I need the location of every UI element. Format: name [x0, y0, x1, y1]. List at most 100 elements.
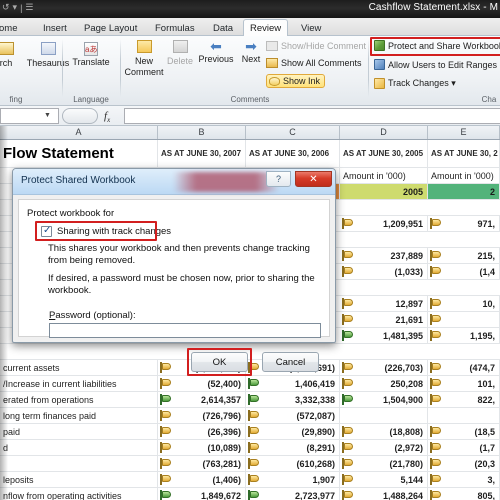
column-header-d[interactable]: D	[340, 126, 428, 139]
ok-button[interactable]: OK	[191, 352, 248, 372]
dialog-help-button[interactable]: ?	[266, 171, 291, 187]
cell-a[interactable]: current assets	[0, 360, 158, 375]
password-input[interactable]	[49, 323, 321, 338]
show-hide-comment-button[interactable]: Show/Hide Comment	[266, 41, 366, 51]
column-header-b[interactable]: B	[158, 126, 246, 139]
cancel-button[interactable]: Cancel	[262, 352, 319, 372]
cell-b[interactable]: (52,400)	[158, 376, 246, 391]
cell-d[interactable]: 1,481,395	[340, 328, 428, 343]
column-header-a[interactable]: A	[0, 126, 158, 139]
cell-e[interactable]: 1,195,	[428, 328, 500, 343]
customize-icon[interactable]: ☰	[25, 2, 33, 13]
cell-e[interactable]: 215,	[428, 248, 500, 263]
cell-d[interactable]: Amount in '000)	[340, 168, 428, 183]
cell-d[interactable]: 250,208	[340, 376, 428, 391]
cell-b[interactable]: (1,406)	[158, 472, 246, 487]
cell-e[interactable]: 971,	[428, 216, 500, 231]
cell-c[interactable]: 3,332,338	[246, 392, 340, 407]
table-row[interactable]	[0, 344, 500, 360]
tab-page-layout[interactable]: Page Layout	[77, 19, 144, 36]
cell-c[interactable]: 1,406,419	[246, 376, 340, 391]
protect-share-workbook-button[interactable]: Protect and Share Workbook	[374, 40, 500, 51]
cell-c[interactable]: 1,907	[246, 472, 340, 487]
dialog-close-button[interactable]: ✕	[295, 171, 332, 187]
track-changes-button[interactable]: Track Changes ▾	[374, 78, 456, 89]
cell-e[interactable]: (1,7	[428, 440, 500, 455]
cell-e[interactable]: (18,5	[428, 424, 500, 439]
cell-b[interactable]: (10,089)	[158, 440, 246, 455]
cell-b[interactable]: AS AT JUNE 30, 2007	[158, 140, 246, 167]
cell-c[interactable]: (610,268)	[246, 456, 340, 471]
sharing-with-track-changes-checkbox[interactable]	[41, 225, 52, 237]
cell-b[interactable]: (726,796)	[158, 408, 246, 423]
cell-c[interactable]: AS AT JUNE 30, 2006	[246, 140, 340, 167]
table-row[interactable]: leposits (1,406) 1,907 5,144 3,	[0, 472, 500, 488]
tab-review[interactable]: Review	[243, 19, 289, 37]
cell-b[interactable]: (763,281)	[158, 456, 246, 471]
quick-access-toolbar[interactable]: ↺ ▾ | ☰	[2, 2, 34, 13]
cell-e[interactable]: 101,	[428, 376, 500, 391]
tab-data[interactable]: Data	[206, 19, 240, 36]
cell-d[interactable]: AS AT JUNE 30, 2005	[340, 140, 428, 167]
table-row[interactable]: (763,281) (610,268) (21,780) (20,3	[0, 456, 500, 472]
cell-a[interactable]	[0, 456, 158, 471]
tab-insert[interactable]: Insert	[36, 19, 74, 36]
cell-e[interactable]: 2	[428, 184, 500, 199]
column-header-c[interactable]: C	[246, 126, 340, 139]
cell-e[interactable]: 3,	[428, 472, 500, 487]
table-row[interactable]: erated from operations 2,614,357 3,332,338…	[0, 392, 500, 408]
cell-d[interactable]: 1,209,951	[340, 216, 428, 231]
tab-view[interactable]: View	[294, 19, 328, 36]
allow-users-edit-ranges-button[interactable]: Allow Users to Edit Ranges	[374, 59, 497, 70]
cell-a[interactable]: d	[0, 440, 158, 455]
cell-d[interactable]: 1,504,900	[340, 392, 428, 407]
cell-d[interactable]: (1,033)	[340, 264, 428, 279]
cell-b[interactable]: 1,849,672	[158, 488, 246, 500]
cell-a[interactable]: nflow from operating activities	[0, 488, 158, 500]
table-row[interactable]: d (10,089) (8,291) (2,972) (1,7	[0, 440, 500, 456]
cell-d[interactable]: (226,703)	[340, 360, 428, 375]
cell-d[interactable]: 1,488,264	[340, 488, 428, 500]
cell-a[interactable]: Flow Statement	[0, 140, 158, 167]
undo-icon[interactable]: ↺	[2, 2, 10, 13]
next-comment-button[interactable]: ➡ Next	[232, 39, 270, 64]
cell-c[interactable]: 2,723,977	[246, 488, 340, 500]
cell-d[interactable]: 12,897	[340, 296, 428, 311]
cell-d[interactable]: 2005	[340, 184, 428, 199]
cell-d[interactable]: (2,972)	[340, 440, 428, 455]
cell-b[interactable]: (26,396)	[158, 424, 246, 439]
formula-input[interactable]	[124, 108, 500, 124]
cell-a[interactable]: paid	[0, 424, 158, 439]
table-row[interactable]: paid (26,396) (29,890) (18,808) (18,5	[0, 424, 500, 440]
table-row[interactable]: Flow Statement AS AT JUNE 30, 2007 AS AT J…	[0, 140, 500, 168]
research-button[interactable]: rch	[0, 42, 24, 68]
cell-d[interactable]	[340, 408, 428, 423]
insert-function-icon[interactable]: fx	[104, 110, 110, 124]
tab-formulas[interactable]: Formulas	[148, 19, 202, 36]
formula-bar-controls[interactable]	[62, 108, 98, 124]
name-box-dropdown-icon[interactable]: ▼	[44, 112, 51, 119]
cell-c[interactable]: (572,087)	[246, 408, 340, 423]
cell-d[interactable]: 5,144	[340, 472, 428, 487]
redo-icon[interactable]: ▾	[13, 2, 18, 13]
cell-d[interactable]: (18,808)	[340, 424, 428, 439]
dialog-title-bar[interactable]: Protect Shared Workbook ? ✕	[13, 169, 335, 195]
cell-a[interactable]: leposits	[0, 472, 158, 487]
cell-a[interactable]: /Increase in current liabilities	[0, 376, 158, 391]
cell-b[interactable]: 2,614,357	[158, 392, 246, 407]
cell-d[interactable]: 21,691	[340, 312, 428, 327]
cell-e[interactable]: (474,7	[428, 360, 500, 375]
cell-e[interactable]	[428, 312, 500, 327]
cell-e[interactable]	[428, 408, 500, 423]
cell-e[interactable]: (20,3	[428, 456, 500, 471]
cell-e[interactable]: 805,	[428, 488, 500, 500]
column-header-e[interactable]: E	[428, 126, 500, 139]
cell-a[interactable]: long term finances paid	[0, 408, 158, 423]
tab-home[interactable]: ome	[0, 19, 24, 36]
table-row[interactable]: current assets(1,745,386)(1,200,691)(226…	[0, 360, 500, 376]
cell-d[interactable]: 237,889	[340, 248, 428, 263]
cell-c[interactable]: (8,291)	[246, 440, 340, 455]
sharing-with-track-changes-checkbox-wrap[interactable]: Sharing with track changes	[41, 225, 171, 237]
show-all-comments-button[interactable]: Show All Comments	[266, 58, 362, 68]
table-row[interactable]: /Increase in current liabilities (52,400)…	[0, 376, 500, 392]
